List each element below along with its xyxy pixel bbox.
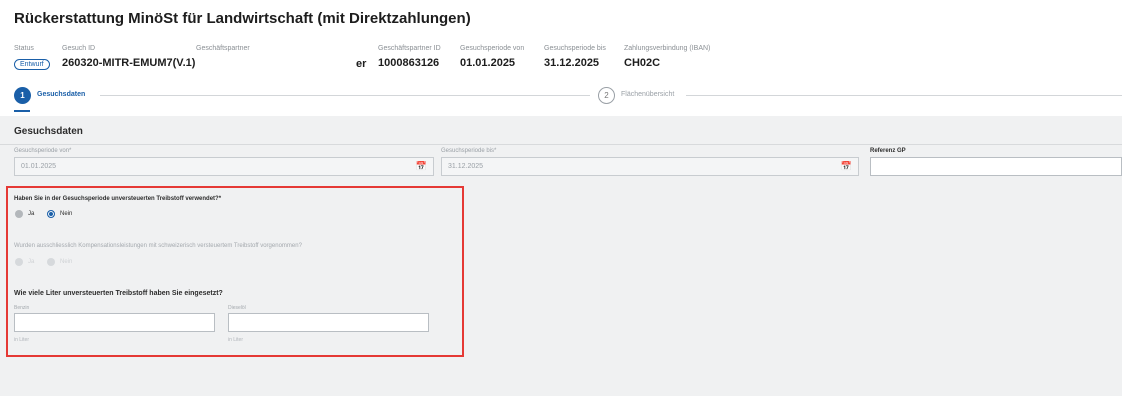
iban-label: Zahlungsverbindung (IBAN): [624, 45, 711, 52]
period-to-field: Gesuchsperiode bis 31.12.2025: [544, 44, 606, 69]
radio-q1-ja[interactable]: [15, 210, 23, 218]
header-panel: Rückerstattung MinöSt für Landwirtschaft…: [0, 0, 1122, 116]
iban-value: CH02C: [624, 57, 661, 69]
step-1-indicator[interactable]: 1: [14, 87, 31, 104]
period-from-value: 01.01.2025: [460, 57, 516, 69]
gesuch-id-value: 260320-MITR-EMUM7(V.1): [62, 57, 196, 69]
benzin-label: Benzin: [14, 305, 30, 311]
radio-q2-nein[interactable]: [47, 258, 55, 266]
iban-field: Zahlungsverbindung (IBAN) CH02C: [624, 44, 710, 69]
period-to-value: 31.12.2025: [544, 57, 600, 69]
radio-q1-nein[interactable]: [47, 210, 55, 218]
benzin-hint: in Liter: [14, 337, 30, 343]
partner-field: Geschäftspartner: [196, 44, 250, 53]
status-field: Status Entwurf: [14, 44, 50, 71]
section-divider: [0, 144, 1122, 145]
gesuch-id-field: Gesuch ID 260320-MITR-EMUM7(V.1): [62, 44, 195, 69]
status-badge: Entwurf: [14, 59, 50, 70]
period-from-label: Gesuchsperiode von: [460, 45, 525, 52]
period-to-input-label: Gesuchsperiode bis*: [441, 148, 497, 154]
radio-q1-ja-label[interactable]: Ja: [28, 211, 34, 217]
partner-value: er: [356, 58, 367, 70]
period-from-input[interactable]: 01.01.2025 📅: [14, 157, 434, 176]
diesel-label: Dieselöl: [228, 305, 246, 311]
partner-id-label: Geschäftspartner ID: [378, 45, 441, 52]
partner-id-field: Geschäftspartner ID 1000863126: [378, 44, 441, 69]
question-unversteuert: Haben Sie in der Gesuchsperiode unverste…: [14, 196, 222, 202]
referenz-label: Referenz GP: [870, 148, 906, 154]
stepper-connector: [100, 95, 590, 96]
partner-label: Geschäftspartner: [196, 45, 250, 52]
question-kompensation: Wurden ausschliesslich Kompensationsleis…: [14, 243, 302, 249]
period-to-input[interactable]: 31.12.2025 📅: [441, 157, 859, 176]
radio-q2-nein-label[interactable]: Nein: [60, 259, 72, 265]
radio-q1-nein-label[interactable]: Nein: [60, 211, 72, 217]
calendar-icon[interactable]: 📅: [841, 161, 852, 172]
diesel-input[interactable]: [228, 313, 429, 332]
page-title: Rückerstattung MinöSt für Landwirtschaft…: [14, 10, 471, 27]
period-to-input-value: 31.12.2025: [448, 163, 484, 170]
section-title: Gesuchsdaten: [14, 126, 83, 137]
period-from-input-value: 01.01.2025: [21, 163, 57, 170]
status-label: Status: [14, 45, 34, 52]
step-2-indicator[interactable]: 2: [598, 87, 615, 104]
partner-id-value: 1000863126: [378, 57, 440, 69]
radio-q2-ja-label[interactable]: Ja: [28, 259, 34, 265]
step-2-label[interactable]: Flächenübersicht: [621, 91, 674, 98]
calendar-icon[interactable]: 📅: [416, 161, 427, 172]
stepper-connector-end: [686, 95, 1122, 96]
radio-q2-ja[interactable]: [15, 258, 23, 266]
step-1-label[interactable]: Gesuchsdaten: [37, 91, 85, 98]
period-from-field: Gesuchsperiode von 01.01.2025: [460, 44, 524, 69]
period-from-input-label: Gesuchsperiode von*: [14, 148, 72, 154]
gesuch-id-label: Gesuch ID: [62, 45, 96, 52]
active-step-underline: [14, 110, 30, 112]
referenz-input[interactable]: [870, 157, 1122, 176]
diesel-hint: in Liter: [228, 337, 244, 343]
benzin-input[interactable]: [14, 313, 215, 332]
question-liter: Wie viele Liter unversteuerten Treibstof…: [14, 290, 223, 297]
period-to-label: Gesuchsperiode bis: [544, 45, 606, 52]
